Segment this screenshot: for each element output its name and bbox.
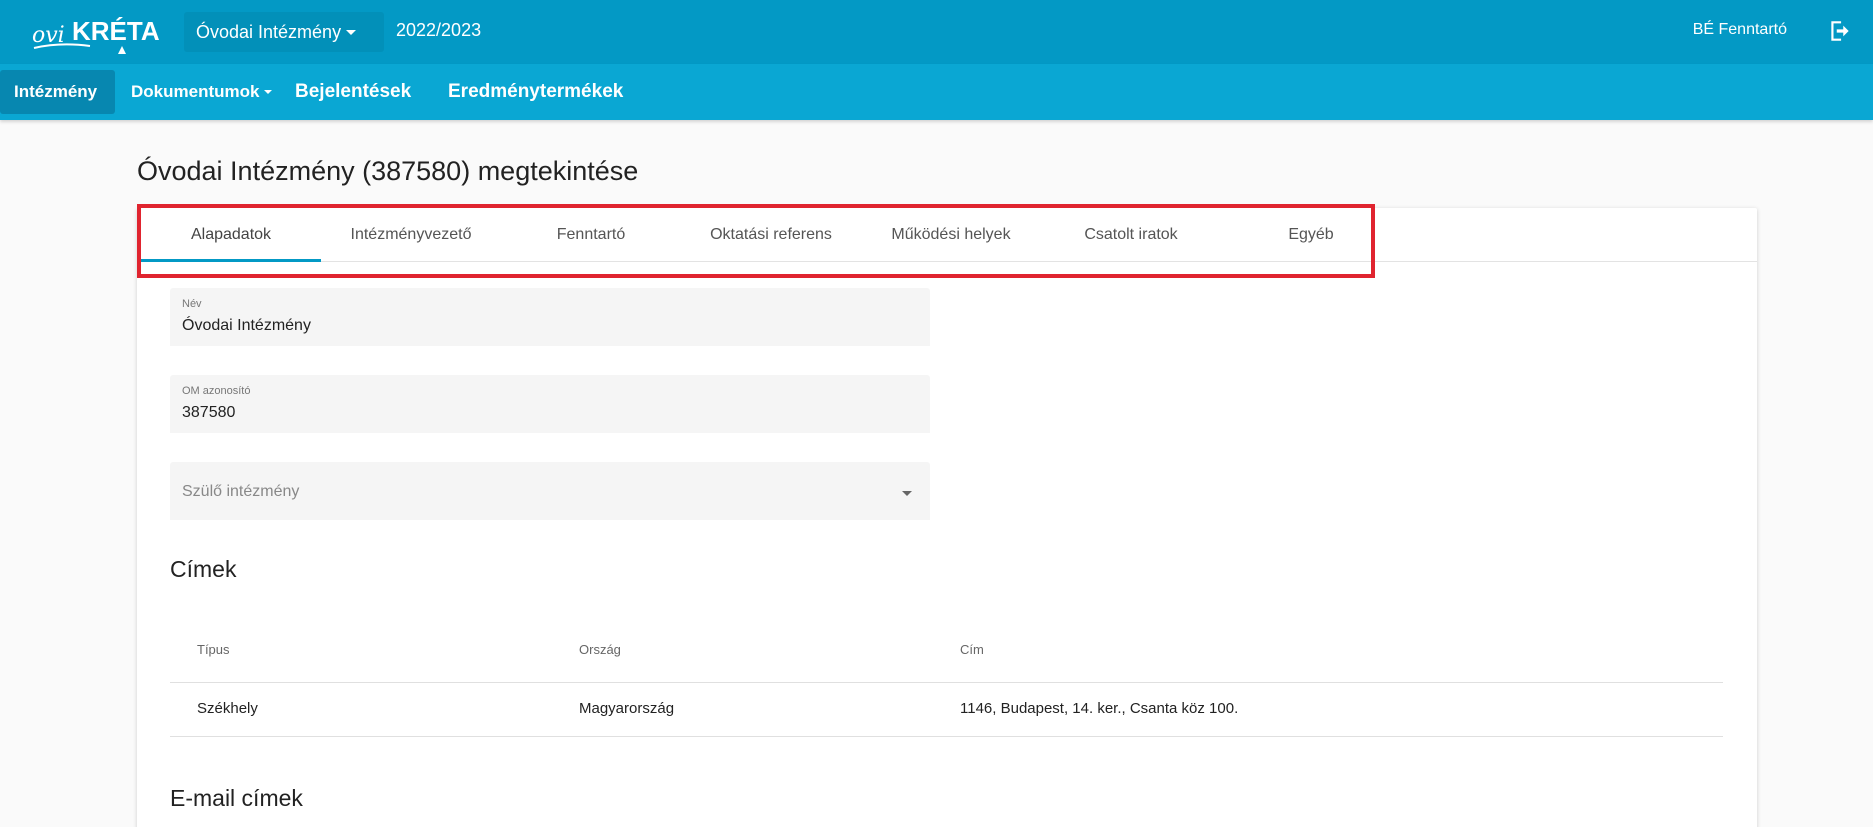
institution-select-value: Óvodai Intézmény [196,21,342,42]
table-header-address: Cím [960,642,984,657]
page-title: Óvodai Intézmény (387580) megtekintése [137,156,639,186]
tab-intezmenyvezeto[interactable]: Intézményvezető [321,208,501,262]
tab-egyeb[interactable]: Egyéb [1221,208,1401,262]
tab-mukodesi-helyek[interactable]: Működési helyek [861,208,1041,262]
top-bar: ovi KRÉTA Óvodai Intézmény 2022/2023 BÉ … [0,0,1873,64]
nav-item-label: Intézmény [14,82,98,101]
nav-item-label: Dokumentumok [131,82,260,101]
tab-label: Egyéb [1288,226,1334,243]
name-field-label: Név [182,298,202,310]
om-id-field-label: OM azonosító [182,385,251,397]
tab-fenntarto[interactable]: Fenntartó [501,208,681,262]
table-cell-type: Székhely [197,700,258,717]
tab-csatolt-iratok[interactable]: Csatolt iratok [1041,208,1221,262]
tab-label: Alapadatok [190,226,272,243]
nav-item-label: Eredménytermékek [448,81,624,102]
tab-label: Fenntartó [556,226,626,243]
ovikreta-logo[interactable]: ovi KRÉTA [30,8,170,56]
nav-item-intezmeny[interactable]: Intézmény [0,70,115,114]
logo-kreta-text: KRÉTA [72,16,160,46]
tab-bar: Alapadatok Intézményvezető Fenntartó Okt… [137,208,1757,262]
parent-institution-placeholder: Szülő intézmény [182,483,300,500]
chevron-down-icon [264,90,273,94]
main-nav: Intézmény Dokumentumok Bejelentések Ered… [0,64,1873,120]
emails-title: E-mail címek [170,785,303,811]
table-divider [170,682,1723,683]
parent-institution-select[interactable]: Szülő intézmény [170,462,930,520]
nav-item-label: Bejelentések [295,81,412,102]
logout-icon[interactable] [1827,18,1853,44]
name-field[interactable]: Név Óvodai Intézmény [170,288,930,346]
tab-label: Intézményvezető [350,226,472,243]
nav-item-eredmenytermekek[interactable]: Eredménytermékek [448,70,623,114]
school-year: 2022/2023 [396,20,482,40]
nav-item-bejelentesek[interactable]: Bejelentések [295,70,411,114]
tab-label: Csatolt iratok [1084,226,1178,243]
table-cell-country: Magyarország [579,700,675,717]
om-id-field-value: 387580 [182,404,236,421]
table-cell-address: 1146, Budapest, 14. ker., Csanta köz 100… [960,700,1239,717]
chevron-down-icon [346,30,356,35]
table-header-country: Ország [579,642,621,657]
active-tab-indicator [141,259,321,262]
addresses-title: Címek [170,556,237,582]
name-field-value: Óvodai Intézmény [182,317,311,334]
institution-card: Alapadatok Intézményvezető Fenntartó Okt… [137,208,1757,827]
tab-label: Működési helyek [891,226,1011,243]
om-id-field[interactable]: OM azonosító 387580 [170,375,930,433]
tab-alapadatok[interactable]: Alapadatok [141,208,321,262]
institution-select[interactable]: Óvodai Intézmény [184,12,384,52]
user-name: BÉ Fenntartó [1692,21,1787,38]
nav-item-dokumentumok[interactable]: Dokumentumok [131,70,273,114]
tab-oktatasi-referens[interactable]: Oktatási referens [681,208,861,262]
tab-label: Oktatási referens [710,226,832,243]
table-divider [170,736,1723,737]
chevron-down-icon [902,491,912,496]
table-header-type: Típus [197,642,230,657]
